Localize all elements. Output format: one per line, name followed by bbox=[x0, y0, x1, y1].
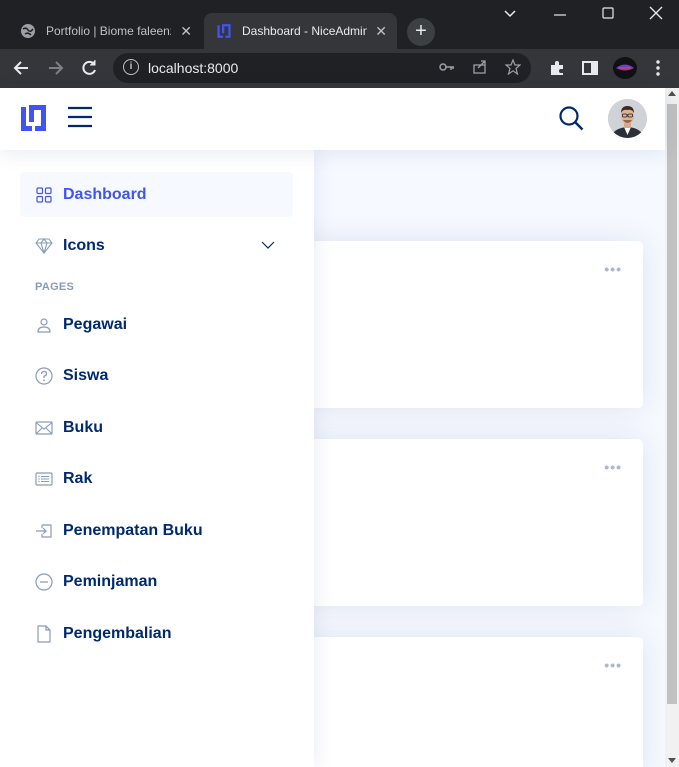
tab-search-chevron-icon[interactable] bbox=[503, 6, 517, 20]
close-tab-icon[interactable]: ✕ bbox=[180, 23, 192, 40]
side-panel-icon[interactable] bbox=[580, 58, 600, 78]
sidebar-item-label: Penempatan Buku bbox=[63, 521, 203, 539]
tab-portfolio[interactable]: Portfolio | Biome faleenz ✕ bbox=[8, 13, 202, 49]
url-text[interactable]: localhost:8000 bbox=[148, 60, 238, 76]
sidebar: Dashboard Icons PAGES Pegawai Siswa Buku… bbox=[0, 150, 314, 767]
tab-title: Dashboard - NiceAdmin bbox=[242, 24, 367, 38]
info-card: ••• bbox=[300, 439, 643, 606]
app-header bbox=[0, 88, 665, 150]
bookmark-star-icon[interactable] bbox=[505, 59, 521, 75]
envelope-icon bbox=[35, 419, 53, 437]
back-arrow-icon[interactable] bbox=[12, 58, 32, 78]
gem-icon bbox=[35, 237, 53, 255]
niceadmin-logo-icon[interactable] bbox=[20, 104, 47, 132]
scroll-down-arrow-icon[interactable] bbox=[668, 758, 676, 763]
new-tab-button[interactable]: + bbox=[407, 18, 435, 46]
address-bar[interactable]: i localhost:8000 bbox=[113, 53, 531, 83]
scroll-up-arrow-icon[interactable] bbox=[668, 91, 676, 96]
card-list-icon bbox=[35, 470, 53, 488]
hamburger-menu-icon[interactable] bbox=[67, 105, 93, 129]
sidebar-item-label: Peminjaman bbox=[63, 572, 158, 590]
tab-title: Portfolio | Biome faleenz bbox=[46, 24, 171, 38]
chevron-down-icon[interactable] bbox=[261, 238, 275, 252]
sidebar-item-label: Siswa bbox=[63, 366, 109, 384]
search-icon[interactable] bbox=[558, 105, 584, 131]
reload-icon[interactable] bbox=[79, 58, 99, 78]
dash-circle-icon bbox=[35, 572, 53, 591]
key-icon[interactable] bbox=[439, 59, 455, 75]
extensions-puzzle-icon[interactable] bbox=[547, 58, 567, 78]
info-card: ••• bbox=[300, 637, 643, 767]
file-icon bbox=[35, 624, 53, 643]
sidebar-item-peminjaman[interactable]: Peminjaman bbox=[20, 559, 293, 604]
globe-icon bbox=[21, 24, 35, 38]
page-scrollbar[interactable] bbox=[665, 88, 679, 767]
sidebar-item-label: Icons bbox=[63, 236, 105, 254]
sidebar-item-dashboard[interactable]: Dashboard bbox=[20, 172, 293, 217]
sidebar-item-buku[interactable]: Buku bbox=[20, 405, 293, 450]
share-icon[interactable] bbox=[472, 59, 488, 75]
sidebar-item-pengembalian[interactable]: Pengembalian bbox=[20, 611, 293, 656]
close-window-icon[interactable] bbox=[649, 6, 663, 20]
sidebar-item-icons[interactable]: Icons bbox=[20, 223, 293, 268]
sidebar-item-label: Pengembalian bbox=[63, 624, 172, 642]
card-menu-dots-icon[interactable]: ••• bbox=[604, 657, 622, 673]
nav-heading-pages: PAGES bbox=[35, 281, 75, 293]
sidebar-item-rak[interactable]: Rak bbox=[20, 456, 293, 501]
niceadmin-favicon-icon bbox=[217, 24, 231, 38]
question-circle-icon bbox=[35, 366, 53, 385]
forward-arrow-icon[interactable] bbox=[45, 58, 65, 78]
site-info-icon[interactable]: i bbox=[123, 59, 139, 75]
sidebar-item-pegawai[interactable]: Pegawai bbox=[20, 302, 293, 347]
sidebar-item-siswa[interactable]: Siswa bbox=[20, 353, 293, 398]
sidebar-item-penempatan-buku[interactable]: Penempatan Buku bbox=[20, 508, 293, 553]
sidebar-item-label: Rak bbox=[63, 469, 93, 487]
box-arrow-in-right-icon bbox=[35, 522, 53, 540]
maximize-icon[interactable] bbox=[601, 6, 615, 20]
sidebar-item-label: Buku bbox=[63, 418, 103, 436]
browser-toolbar: i localhost:8000 bbox=[0, 49, 679, 88]
browser-tabstrip: Portfolio | Biome faleenz ✕ Dashboard - … bbox=[0, 0, 679, 49]
sidebar-item-label: Dashboard bbox=[63, 185, 147, 203]
user-avatar[interactable] bbox=[608, 99, 647, 138]
tab-dashboard[interactable]: Dashboard - NiceAdmin ✕ bbox=[204, 13, 397, 49]
scrollbar-thumb[interactable] bbox=[667, 104, 677, 704]
grid-icon bbox=[35, 186, 53, 204]
kebab-menu-icon[interactable] bbox=[648, 58, 668, 78]
avatar-photo-icon bbox=[608, 99, 647, 138]
person-icon bbox=[35, 316, 53, 334]
info-card: ••• bbox=[300, 241, 643, 408]
profile-icon[interactable] bbox=[612, 56, 638, 80]
card-menu-dots-icon[interactable]: ••• bbox=[604, 261, 622, 277]
card-menu-dots-icon[interactable]: ••• bbox=[604, 459, 622, 475]
sidebar-item-label: Pegawai bbox=[63, 315, 128, 333]
minimize-icon[interactable] bbox=[553, 6, 567, 20]
close-tab-icon[interactable]: ✕ bbox=[375, 23, 387, 40]
